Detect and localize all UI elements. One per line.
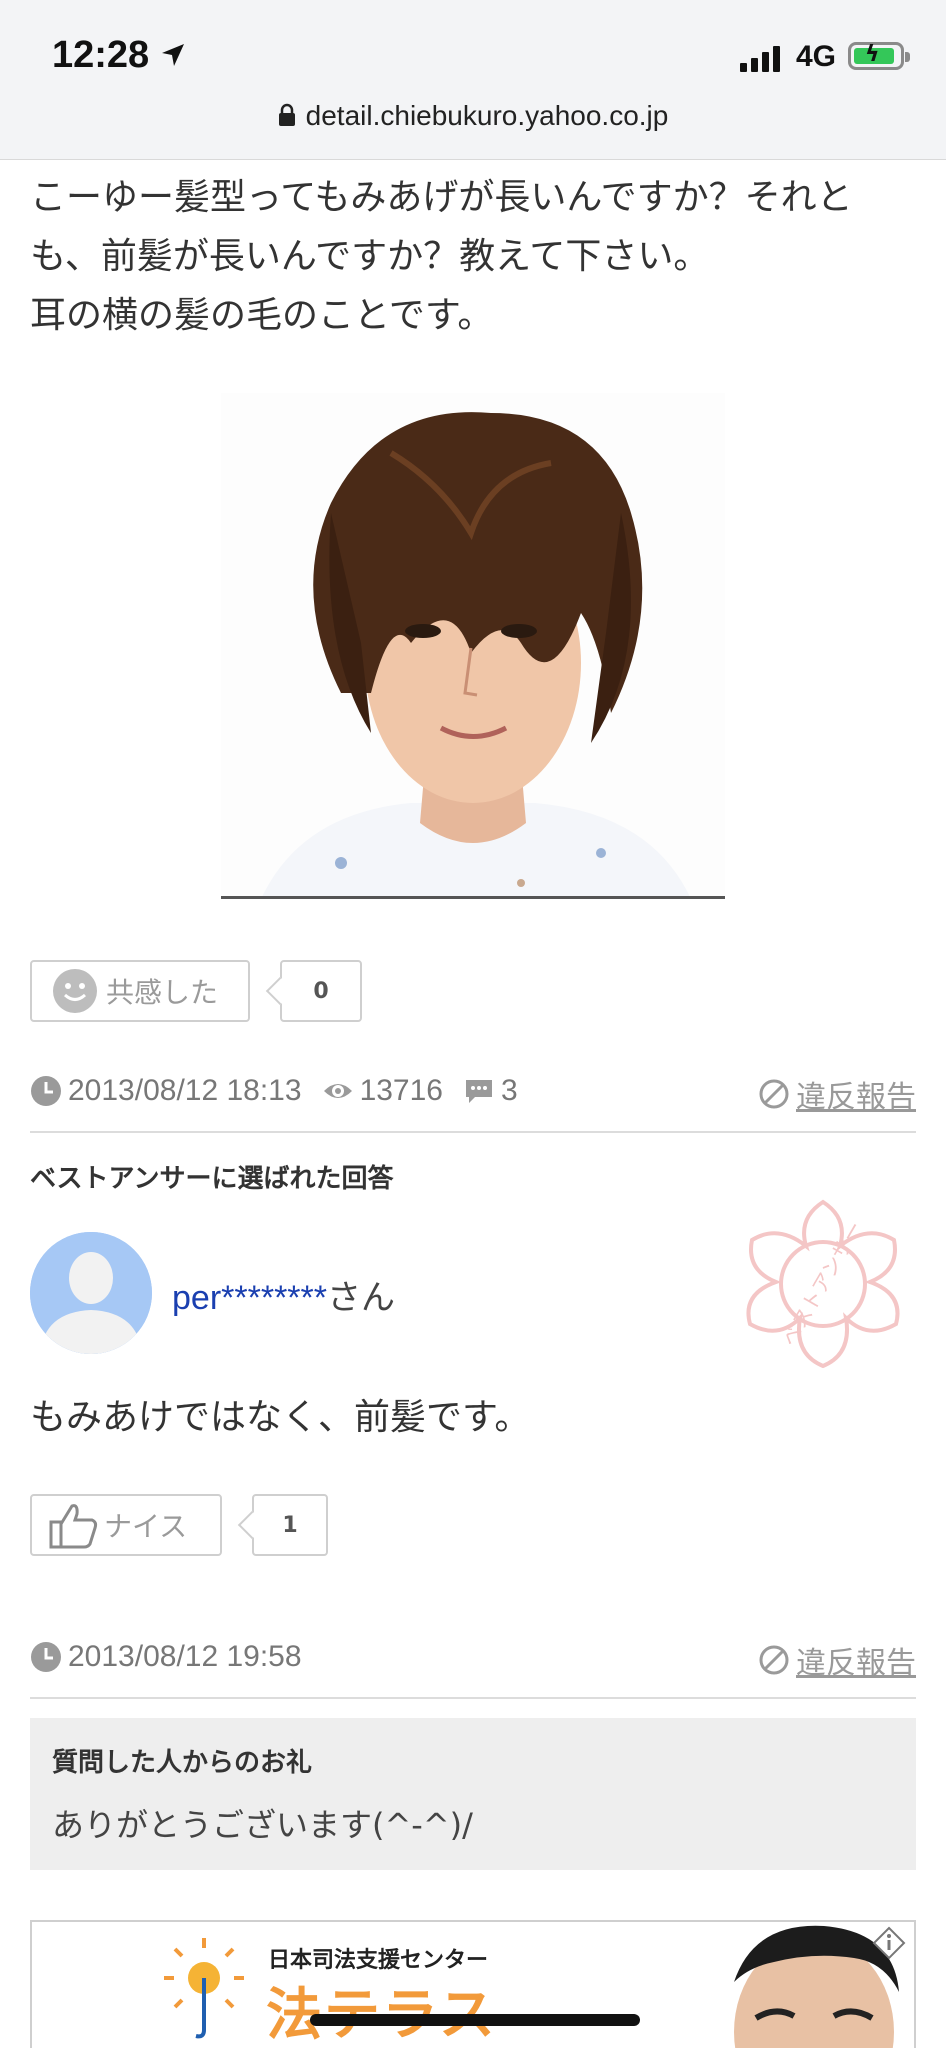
clock-icon (31, 1642, 61, 1672)
url-text: detail.chiebukuro.yahoo.co.jp (305, 100, 669, 131)
answer-count[interactable]: 3 (463, 1074, 518, 1108)
thumbs-up-icon (49, 1504, 98, 1549)
answer-count-text: 3 (501, 1074, 518, 1107)
answer-date-text: 2013/08/12 19:58 (68, 1640, 302, 1673)
smiley-icon (53, 969, 97, 1013)
empathy-label: 共感した (106, 976, 219, 1009)
nice-count: 1 (252, 1494, 328, 1556)
question-photo[interactable] (221, 393, 725, 899)
report-label: 違反報告 (796, 1647, 916, 1680)
section-divider (30, 1697, 916, 1699)
battery-icon: ϟ (848, 42, 910, 70)
sun-umbrella-logo-icon (164, 1938, 244, 2039)
answer-body: もみあけではなく、前髪です。 (30, 1397, 531, 1438)
thanks-heading: 質問した人からのお礼 (52, 1748, 313, 1778)
ad-info-icon[interactable] (872, 1926, 906, 1960)
question-line: 耳の横の髪の毛のことです。 (30, 295, 494, 336)
empathy-count: 0 (280, 960, 362, 1022)
question-body: こーゆー髪型ってもみあげが長いんですか？それと も、前髪が長いんですか？教えて下… (30, 168, 910, 345)
status-time: 12:28 (52, 34, 150, 76)
browser-top-bar: 12:28 4G ϟ detail.chiebukuro.yahoo.co.jp (0, 0, 946, 160)
question-line: こーゆー髪型ってもみあげが長いんですか？それと (30, 177, 853, 218)
section-divider (30, 1131, 916, 1133)
comment-icon (466, 1080, 492, 1103)
question-meta: 2013/08/12 18:13 13716 3 違反報告 (30, 1066, 916, 1116)
answerer-name[interactable]: per********さん (172, 1270, 395, 1319)
empathy-button[interactable]: 共感した (30, 960, 250, 1022)
clock-icon (31, 1076, 61, 1106)
address-bar[interactable]: detail.chiebukuro.yahoo.co.jp (0, 100, 946, 132)
location-arrow-icon (162, 44, 184, 66)
report-violation-link[interactable]: 違反報告 (758, 1072, 916, 1116)
asker-thanks-box: 質問した人からのお礼 ありがとうございます(^-^)/ (30, 1718, 916, 1870)
nice-label: ナイス (104, 1510, 188, 1543)
answer-date: 2013/08/12 19:58 (30, 1640, 302, 1674)
network-type: 4G (796, 40, 837, 73)
answerer-id: per******** (172, 1279, 327, 1317)
nice-button[interactable]: ナイス (30, 1494, 222, 1556)
ad-banner[interactable]: 日本司法支援センター 法テラス (30, 1920, 916, 2048)
lock-icon (278, 103, 295, 126)
ad-title: 法テラス (266, 1970, 497, 2048)
report-violation-link[interactable]: 違反報告 (758, 1638, 916, 1682)
best-answer-stamp-icon: ベストアンサー (728, 1190, 918, 1380)
honorific-suffix: さん (327, 1278, 395, 1318)
question-date-text: 2013/08/12 18:13 (68, 1074, 302, 1107)
question-line: も、前髪が長いんですか？教えて下さい。 (30, 236, 710, 277)
view-count: 13716 (322, 1074, 443, 1108)
cellular-signal-icon (740, 46, 780, 72)
default-user-icon (30, 1232, 152, 1354)
avatar[interactable] (30, 1232, 152, 1354)
eye-icon (323, 1084, 352, 1098)
thanks-message: ありがとうございます(^-^)/ (52, 1806, 473, 1844)
view-count-text: 13716 (359, 1074, 443, 1107)
question-date: 2013/08/12 18:13 (30, 1074, 302, 1108)
prohibited-icon (759, 1645, 789, 1675)
person-portrait-image (221, 393, 725, 899)
home-indicator[interactable] (310, 2014, 640, 2026)
report-label: 違反報告 (796, 1081, 916, 1114)
photo-underline (221, 896, 725, 899)
best-answer-heading: ベストアンサーに選ばれた回答 (30, 1164, 394, 1194)
answer-meta: 2013/08/12 19:58 違反報告 (30, 1632, 916, 1682)
prohibited-icon (759, 1079, 789, 1109)
